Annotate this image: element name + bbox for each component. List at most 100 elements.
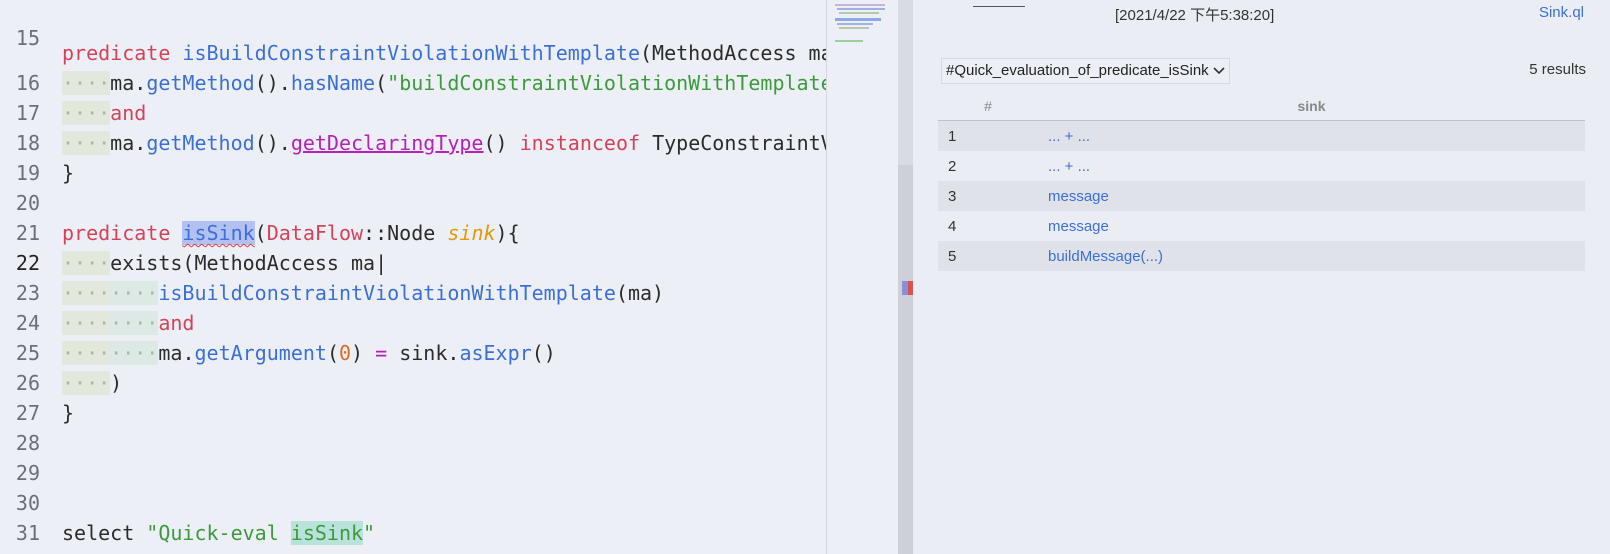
- string-literal: "Quick-eval: [146, 521, 291, 545]
- result-count: 5 results: [1529, 61, 1586, 78]
- code-line[interactable]: 16 predicate isBuildConstraintViolationW…: [0, 38, 826, 95]
- scrollbar-thumb[interactable]: [898, 165, 913, 554]
- code-text: (: [615, 281, 628, 305]
- text-cursor: ma|: [351, 251, 388, 275]
- function-name: asExpr: [459, 341, 532, 365]
- column-header-sink[interactable]: sink: [1038, 98, 1585, 114]
- code-line[interactable]: 15: [0, 0, 826, 50]
- selected-function-name[interactable]: isSink: [182, 221, 255, 245]
- code-line[interactable]: 31: [0, 488, 826, 545]
- row-index: 1: [948, 128, 957, 145]
- code-line[interactable]: 26 ········ma.getArgument(0) = sink.asEx…: [0, 338, 826, 395]
- whitespace-indent: ····: [62, 311, 111, 335]
- type-name: DataFlow: [266, 221, 364, 245]
- function-name: getMethod: [146, 71, 255, 95]
- function-name: getDeclaringType: [290, 131, 484, 155]
- code-text: sink: [399, 341, 448, 365]
- code-line[interactable]: 29: [0, 428, 826, 485]
- whitespace-indent: ····: [62, 101, 111, 125]
- results-table: # sink 1 ... + ... 2 ... + ... 3 message…: [938, 93, 1585, 271]
- whitespace-indent: ····: [110, 341, 159, 365]
- result-set-name: #Quick_evaluation_of_predicate_isSink: [946, 62, 1209, 79]
- number-literal: 0: [338, 341, 352, 365]
- code-text: ma: [158, 341, 183, 365]
- whitespace-indent: ····: [62, 251, 111, 275]
- code-text: ().: [254, 131, 291, 155]
- sink-link[interactable]: message: [1048, 218, 1109, 235]
- code-text: (): [483, 131, 508, 155]
- keyword: select: [62, 521, 135, 545]
- code-text: (MethodAccess ma: [639, 41, 826, 65]
- code-line[interactable]: 27 ····): [0, 368, 826, 425]
- variable: sink: [447, 221, 496, 245]
- code-text: }: [62, 401, 75, 425]
- row-index: 3: [948, 188, 957, 205]
- vertical-scrollbar[interactable]: [898, 0, 913, 554]
- table-row[interactable]: 3 message: [938, 181, 1585, 211]
- table-row[interactable]: 4 message: [938, 211, 1585, 241]
- whitespace-indent: ····: [62, 131, 111, 155]
- code-line[interactable]: 32 select "Quick-eval isSink": [0, 518, 826, 554]
- chevron-down-icon: [1213, 67, 1225, 75]
- code-line[interactable]: 24 ········isBuildConstraintViolationWit…: [0, 278, 826, 335]
- table-row[interactable]: 1 ... + ...: [938, 121, 1585, 151]
- minimap[interactable]: [826, 0, 899, 554]
- code-text: .: [182, 341, 195, 365]
- code-line[interactable]: 21: [0, 188, 826, 245]
- keyword: predicate: [62, 41, 171, 65]
- keyword: predicate: [62, 221, 171, 245]
- code-text: ma: [110, 131, 135, 155]
- function-name: isBuildConstraintViolationWithTemplate: [182, 41, 640, 65]
- code-line[interactable]: 28 }: [0, 398, 826, 455]
- sink-link[interactable]: buildMessage(...): [1048, 248, 1163, 265]
- code-line[interactable]: 23 ····exists(MethodAccess ma|: [0, 248, 826, 305]
- code-line[interactable]: 25 ········and: [0, 308, 826, 365]
- code-text: (: [326, 341, 339, 365]
- column-header-index[interactable]: #: [938, 98, 1038, 114]
- table-row[interactable]: 2 ... + ...: [938, 151, 1585, 181]
- code-line[interactable]: 17 ····ma.getMethod().hasName("buildCons…: [0, 68, 826, 125]
- whitespace-indent: ····: [62, 371, 111, 395]
- whitespace-indent: ····: [110, 311, 159, 335]
- function-name: isBuildConstraintViolationWithTemplate: [158, 281, 616, 305]
- code-text: (: [375, 71, 388, 95]
- type-name: Node: [387, 221, 436, 245]
- query-file-link[interactable]: Sink.ql: [1539, 4, 1584, 21]
- code-text: ): [652, 281, 665, 305]
- query-results-panel: [2021/4/22 下午5:38:20] Sink.ql #Quick_eva…: [913, 0, 1610, 554]
- result-set-select[interactable]: #Quick_evaluation_of_predicate_isSink: [941, 58, 1230, 84]
- sink-link[interactable]: message: [1048, 188, 1109, 205]
- code-text: ma: [627, 281, 653, 305]
- whitespace-indent: ····: [110, 281, 159, 305]
- sink-link[interactable]: ... + ...: [1048, 128, 1090, 145]
- code-line[interactable]: 18 ····and: [0, 98, 826, 155]
- code-text: (): [531, 341, 556, 365]
- type-name: TypeConstraintValidatorContext: [652, 131, 826, 155]
- code-line[interactable]: 30: [0, 458, 826, 515]
- minimap-preview: [835, 4, 885, 42]
- code-editor[interactable]: 15 16 predicate isBuildConstraintViolati…: [0, 0, 826, 554]
- query-timestamp: [2021/4/22 下午5:38:20]: [1115, 7, 1275, 24]
- code-text: ): [110, 371, 123, 395]
- code-text: .: [134, 131, 147, 155]
- code-line[interactable]: 20 }: [0, 158, 826, 215]
- code-line[interactable]: 19 ····ma.getMethod().getDeclaringType()…: [0, 128, 826, 185]
- keyword: instanceof: [519, 131, 641, 155]
- code-text: ::: [363, 221, 388, 245]
- code-line-active[interactable]: 22 predicate isSink(DataFlow::Node sink)…: [0, 218, 826, 275]
- code-text: ().: [254, 71, 291, 95]
- code-text: }: [62, 161, 75, 185]
- string-literal: "buildConstraintViolationWithTemplate": [387, 71, 826, 95]
- function-name: getArgument: [194, 341, 327, 365]
- whitespace-indent: ····: [62, 341, 111, 365]
- operator: =: [375, 341, 388, 365]
- table-row[interactable]: 5 buildMessage(...): [938, 241, 1585, 271]
- string-literal: ": [363, 521, 376, 545]
- table-header: # sink: [938, 93, 1585, 121]
- highlighted-text: isSink: [290, 521, 364, 545]
- code-text: ): [351, 341, 364, 365]
- code-text: exists: [110, 251, 183, 275]
- code-text: (: [182, 251, 195, 275]
- line-number: 32: [0, 548, 40, 554]
- sink-link[interactable]: ... + ...: [1048, 158, 1090, 175]
